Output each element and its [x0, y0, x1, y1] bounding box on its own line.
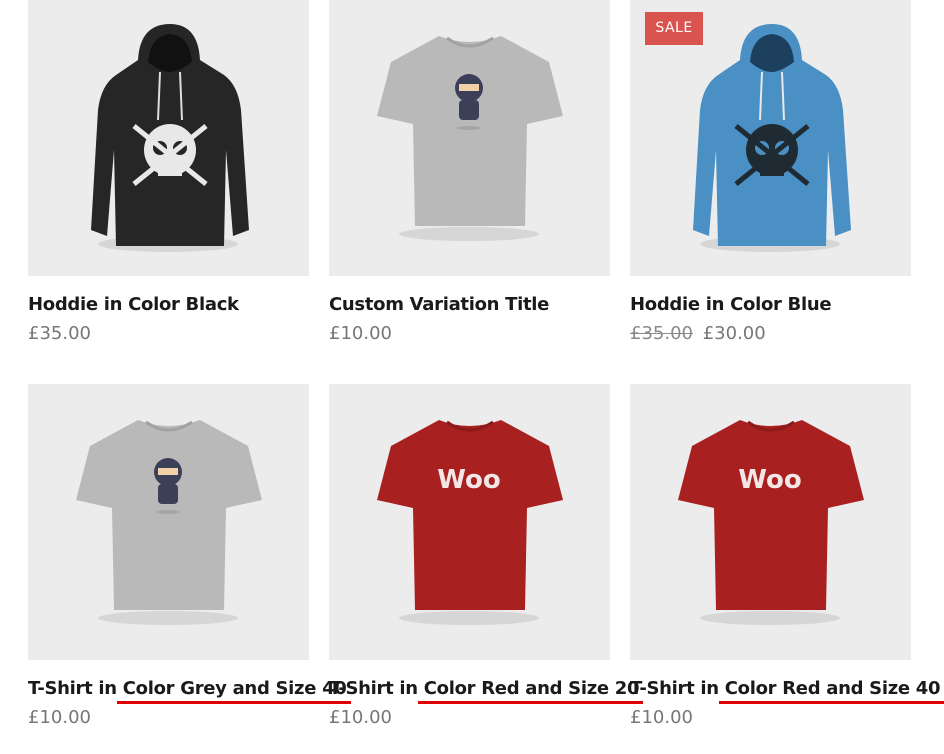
product-image-link[interactable]: SALE [630, 0, 911, 276]
woo-logo-text: Woo [437, 465, 500, 495]
title-prefix: T-Shirt in [630, 678, 725, 699]
current-price: £10.00 [329, 323, 392, 344]
title-prefix: T-Shirt in [329, 678, 424, 699]
product-image-link[interactable]: Woo [329, 384, 610, 660]
product-title[interactable]: Custom Variation Title [329, 294, 549, 320]
product-image-link[interactable] [329, 0, 610, 276]
grey-tshirt-image [76, 420, 262, 625]
product-card: T-Shirt in Color Grey and Size 40 £10.00 [28, 384, 351, 728]
product-price: £35.00 £30.00 [630, 323, 766, 344]
product-card: SALE Hoddie in Color Blue £35.00 £30.00 [630, 0, 911, 344]
product-price: £10.00 [28, 707, 91, 728]
red-tshirt-image: Woo [377, 420, 563, 625]
product-price: £10.00 [329, 707, 392, 728]
product-card: Woo T-Shirt in Color Red and Size 40 £10… [630, 384, 944, 728]
sale-badge: SALE [645, 12, 703, 45]
product-title[interactable]: Hoddie in Color Black [28, 294, 239, 320]
product-title[interactable]: T-Shirt in Color Grey and Size 40 [28, 678, 351, 704]
product-title[interactable]: T-Shirt in Color Red and Size 40 [630, 678, 944, 704]
underlined-variation: Color Grey and Size 40 [116, 678, 351, 704]
product-image-link[interactable] [28, 0, 309, 276]
product-title[interactable]: T-Shirt in Color Red and Size 20 [329, 678, 644, 704]
black-hoodie-image [91, 24, 249, 252]
woo-logo-text: Woo [738, 465, 801, 495]
current-price: £10.00 [630, 707, 693, 728]
underlined-variation: Color Red and Size 40 [718, 678, 944, 704]
product-price: £10.00 [630, 707, 693, 728]
product-price: £35.00 [28, 323, 91, 344]
product-image-link[interactable] [28, 384, 309, 660]
product-card: Custom Variation Title £10.00 [329, 0, 610, 344]
current-price: £10.00 [28, 707, 91, 728]
original-price: £35.00 [630, 323, 693, 344]
current-price: £35.00 [28, 323, 91, 344]
current-price: £10.00 [329, 707, 392, 728]
red-tshirt-image: Woo [678, 420, 864, 625]
product-card: Woo T-Shirt in Color Red and Size 20 £10… [329, 384, 644, 728]
product-image-link[interactable]: Woo [630, 384, 911, 660]
product-title[interactable]: Hoddie in Color Blue [630, 294, 832, 320]
product-grid: Hoddie in Color Black £35.00 Custom Vari… [0, 0, 944, 754]
grey-tshirt-image [377, 36, 563, 241]
title-prefix: T-Shirt in [28, 678, 123, 699]
underlined-variation: Color Red and Size 20 [417, 678, 644, 704]
sale-price: £30.00 [702, 323, 766, 344]
product-card: Hoddie in Color Black £35.00 [28, 0, 309, 344]
product-price: £10.00 [329, 323, 392, 344]
